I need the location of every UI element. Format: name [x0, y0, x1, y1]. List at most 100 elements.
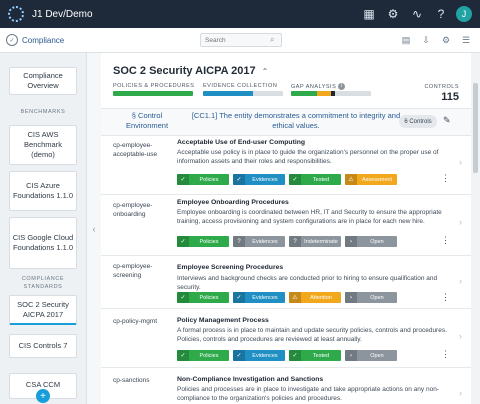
sidebar-item-cis-azure[interactable]: CIS Azure Foundations 1.1.0	[9, 171, 77, 211]
policies-pill[interactable]: ✓ Policies	[177, 174, 229, 185]
chevron-right-icon[interactable]: ›	[459, 157, 462, 167]
jupiterone-logo-icon[interactable]	[8, 6, 24, 22]
evidences-pill[interactable]: ✓ Evidences	[233, 350, 285, 361]
controls-count-badge: 6 Controls	[399, 115, 437, 128]
compliance-nav[interactable]: ✓ Compliance	[6, 34, 64, 46]
control-title: Employee Onboarding Procedures	[177, 199, 289, 206]
pill-label: Open	[370, 238, 384, 245]
check-icon: ✓	[177, 350, 189, 361]
open-pill[interactable]: › Open	[345, 350, 397, 361]
pill-label: Assessment	[362, 176, 392, 183]
controls-count: 115	[441, 91, 459, 103]
gap-attention-segment	[317, 91, 331, 96]
chevron-right-icon[interactable]: ›	[459, 217, 462, 227]
more-options-icon[interactable]: ⋮	[441, 349, 450, 360]
pill-label: Evidences	[252, 238, 278, 245]
page-title-text: SOC 2 Security AICPA 2017	[113, 65, 256, 77]
policies-pill[interactable]: ✓ Policies	[177, 350, 229, 361]
control-description: Acceptable use policy is in place to gui…	[177, 149, 439, 165]
chevron-right-icon[interactable]: ›	[459, 276, 462, 286]
avatar[interactable]: J	[456, 6, 472, 22]
scrollbar[interactable]	[471, 53, 480, 404]
search-icon: ⌕	[270, 35, 275, 44]
pill-label: Indeterminate	[304, 238, 338, 245]
gap-analysis-label-text: GAP ANALYSIS	[291, 83, 337, 90]
org-name[interactable]: J1 Dev/Demo	[32, 9, 354, 20]
gear-icon[interactable]: ⚙	[384, 5, 402, 23]
sidebar-item-cis-controls-7[interactable]: CIS Controls 7	[9, 334, 77, 358]
collapse-caret-up-icon[interactable]: ⌃	[262, 67, 269, 76]
control-id: cp-sanctions	[113, 377, 150, 384]
activity-icon[interactable]: ∿	[408, 5, 426, 23]
more-options-icon[interactable]: ⋮	[441, 235, 450, 246]
control-row[interactable]: cp-employee-acceptable-use Acceptable Us…	[101, 135, 471, 195]
open-pill[interactable]: › Open	[345, 236, 397, 247]
sidebar-item-cis-aws[interactable]: CIS AWS Benchmark (demo)	[9, 125, 77, 165]
pill-label: Open	[370, 352, 384, 359]
control-id: cp-employee-acceptable-use	[113, 142, 158, 158]
policies-pill[interactable]: ✓ Policies	[177, 292, 229, 303]
pill-label: Policies	[199, 176, 219, 183]
add-button[interactable]: +	[36, 389, 50, 403]
more-options-icon[interactable]: ⋮	[441, 292, 450, 303]
tested-pill[interactable]: ✓ Tested	[289, 350, 341, 361]
controls-label: CONTROLS	[424, 84, 459, 90]
control-environment-header[interactable]: § Control Environment [CC1.1] The entity…	[101, 108, 471, 136]
help-icon[interactable]: ?	[432, 5, 450, 23]
control-description: Interviews and background checks are con…	[177, 275, 438, 291]
info-icon[interactable]: i	[338, 83, 346, 90]
evidences-pill[interactable]: ? Evidences	[233, 236, 285, 247]
download-icon[interactable]: ⇩	[418, 32, 434, 48]
chevron-right-icon[interactable]: ›	[459, 388, 462, 398]
edit-pencil-icon[interactable]: ✎	[443, 115, 451, 126]
sidebar-item-compliance-overview[interactable]: Compliance Overview	[9, 67, 77, 95]
collapse-sidebar-chevron-left-icon[interactable]: ‹	[86, 53, 101, 404]
more-options-icon[interactable]: ⋮	[441, 173, 450, 184]
control-title: Policy Management Process	[177, 317, 269, 324]
open-pill[interactable]: › Open	[345, 292, 397, 303]
chevron-right-icon: ›	[345, 236, 357, 247]
sidebar-item-cis-google[interactable]: CIS Google Cloud Foundations 1.1.0	[9, 217, 77, 269]
chevron-right-icon[interactable]: ›	[459, 331, 462, 341]
check-icon: ✓	[177, 292, 189, 303]
check-icon: ✓	[233, 174, 245, 185]
pill-label: Open	[370, 294, 384, 301]
control-id: cp-policy-mgmt	[113, 318, 158, 325]
settings-icon[interactable]: ⚙	[438, 32, 454, 48]
grid-apps-icon[interactable]: ▦	[360, 5, 378, 23]
top-bar: J1 Dev/Demo ▦ ⚙ ∿ ? J	[0, 0, 480, 28]
control-row[interactable]: cp-policy-mgmt Policy Management Process…	[101, 309, 471, 368]
policies-pill[interactable]: ✓ Policies	[177, 236, 229, 247]
scrollbar-thumb[interactable]	[473, 83, 478, 173]
sliders-icon[interactable]: ☰	[458, 32, 474, 48]
control-id: cp-employee-screening	[113, 263, 153, 279]
control-title: Acceptable Use of End-user Computing	[177, 139, 306, 146]
pill-label: Tested	[312, 352, 330, 359]
evidence-progress-bar	[203, 91, 283, 96]
check-icon: ✓	[289, 174, 301, 185]
tested-pill[interactable]: ✓ Tested	[289, 174, 341, 185]
control-id: cp-employee-onboarding	[113, 202, 153, 218]
main-panel: SOC 2 Security AICPA 2017 ⌃ POLICIES & PR…	[101, 53, 471, 404]
evidences-pill[interactable]: ✓ Evidences	[233, 292, 285, 303]
pill-label: Attention	[310, 294, 332, 301]
control-row[interactable]: cp-employee-onboarding Employee Onboardi…	[101, 195, 471, 256]
control-row[interactable]: cp-sanctions Non-Compliance Investigatio…	[101, 368, 471, 404]
attention-pill[interactable]: ⚠ Attention	[289, 292, 341, 303]
indeterminate-pill[interactable]: ? Indeterminate	[289, 236, 341, 247]
gap-failed-segment	[331, 91, 335, 96]
control-row[interactable]: cp-employee-screening Employee Screening…	[101, 256, 471, 309]
evidence-label: EVIDENCE COLLECTION	[203, 83, 278, 89]
check-icon: ✓	[177, 174, 189, 185]
report-icon[interactable]: ▤	[398, 32, 414, 48]
assessment-pill[interactable]: ⚠ Assessment	[345, 174, 397, 185]
page-title: SOC 2 Security AICPA 2017 ⌃	[113, 65, 268, 77]
question-icon: ?	[233, 236, 245, 247]
policies-progress-fill	[113, 91, 193, 96]
pill-label: Evidences	[252, 294, 278, 301]
environment-requirement: [CC1.1] The entity demonstrates a commit…	[191, 111, 401, 130]
evidence-progress-fill	[203, 91, 253, 96]
sidebar-item-soc2[interactable]: SOC 2 Security AICPA 2017	[9, 295, 77, 325]
evidences-pill[interactable]: ✓ Evidences	[233, 174, 285, 185]
sidebar: Compliance Overview BENCHMARKS CIS AWS B…	[0, 53, 86, 404]
